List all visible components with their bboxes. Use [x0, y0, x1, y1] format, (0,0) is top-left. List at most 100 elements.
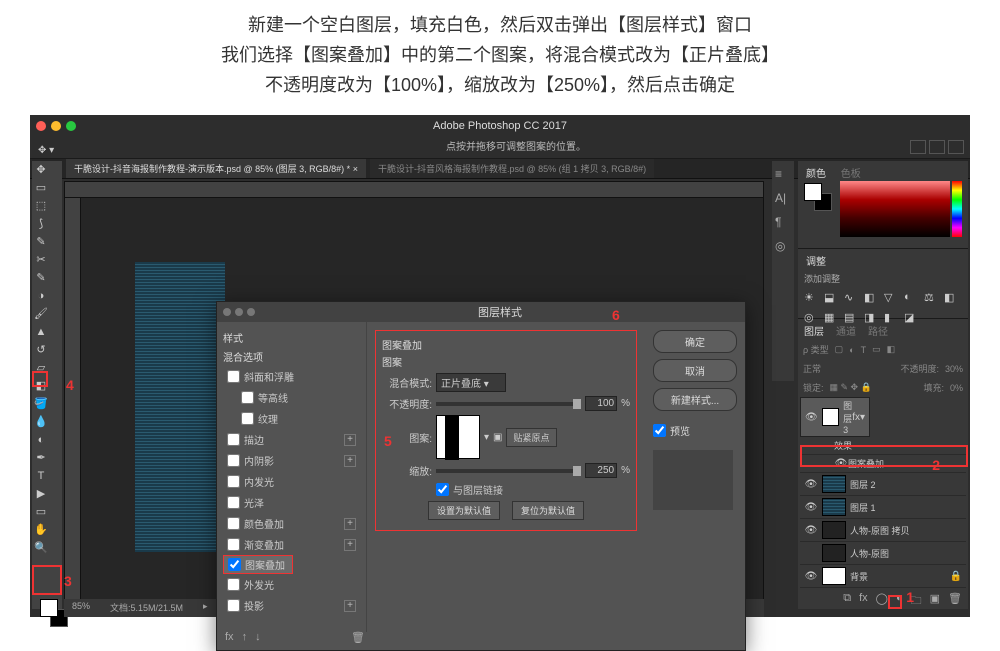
layer-name[interactable]: 图层 1 [850, 501, 962, 514]
lock-icons[interactable]: ▦ ✎ ✥ 🔒 [830, 382, 872, 393]
window-traffic-lights[interactable] [36, 121, 76, 131]
visibility-icon[interactable]: 👁 [834, 458, 848, 469]
style-checkbox[interactable] [228, 558, 241, 571]
eraser-tool-icon[interactable]: ▱ [34, 361, 48, 375]
filter-img-icon[interactable]: ▢ [835, 344, 844, 355]
quickselect-tool-icon[interactable]: ✎ [34, 235, 48, 249]
style-checkbox[interactable] [227, 538, 240, 551]
layer-thumb[interactable] [822, 408, 839, 426]
blend-mode-select[interactable]: 正常 [803, 362, 821, 375]
style-checkbox[interactable] [227, 475, 240, 488]
ok-button[interactable]: 确定 [653, 330, 737, 353]
move-tool-icon[interactable]: ✥ ▾ [38, 140, 54, 162]
style-checkbox[interactable] [227, 496, 240, 509]
plus-icon[interactable]: + [344, 539, 356, 551]
hue-sat-icon[interactable]: ◐ [904, 291, 918, 305]
layer-thumb[interactable] [822, 498, 846, 516]
history-panel-icon[interactable]: ≡ [775, 167, 791, 181]
curves-icon[interactable]: ∿ [844, 291, 858, 305]
threshold-icon[interactable]: ◪ [904, 311, 918, 325]
pattern-dropdown-icon[interactable]: ▾ [484, 432, 489, 443]
scale-slider[interactable] [436, 469, 581, 473]
style-contour[interactable]: 等高线 [223, 387, 360, 408]
style-checkbox[interactable] [241, 391, 254, 404]
layer-thumb[interactable] [822, 567, 846, 585]
style-outer-glow[interactable]: 外发光 [223, 574, 360, 595]
swatches-tab[interactable]: 色板 [835, 163, 867, 182]
color-balance-icon[interactable]: ⚖ [924, 291, 938, 305]
doc-tab[interactable]: 干脆设计-抖音风格海报制作教程.psd @ 85% (组 1 拷贝 3, RGB… [370, 159, 654, 178]
brush-tool-icon[interactable]: 🖌 [34, 307, 48, 321]
close-tab-icon[interactable]: × [353, 164, 358, 174]
filter-type-icon[interactable]: T [861, 345, 867, 355]
reset-default-button[interactable]: 复位为默认值 [512, 501, 584, 520]
style-checkbox[interactable] [241, 412, 254, 425]
style-checkbox[interactable] [227, 599, 240, 612]
visibility-icon[interactable]: 👁 [804, 479, 818, 490]
adjustments-tab[interactable]: 调整 [800, 251, 832, 270]
layers-tab[interactable]: 图层 [800, 321, 828, 340]
filter-adj-icon[interactable]: ◐ [849, 345, 854, 355]
color-picker[interactable] [840, 181, 950, 237]
hue-strip[interactable] [952, 181, 962, 237]
chevron-right-icon[interactable]: ▸ [203, 601, 208, 615]
layer-row[interactable]: 👁 图层 1 [800, 496, 966, 519]
patch-tool-icon[interactable]: ◑ [34, 289, 48, 303]
channels-tab[interactable]: 通道 [832, 321, 860, 340]
layer-row[interactable]: 👁 背景 🔒 [800, 565, 966, 588]
style-drop-shadow[interactable]: 投影+ [223, 595, 360, 616]
snap-origin-button[interactable]: 贴紧原点 [506, 428, 556, 447]
cancel-button[interactable]: 取消 [653, 359, 737, 382]
bw-icon[interactable]: ◧ [944, 291, 958, 305]
layer-kind-filter[interactable]: ρ 类型 [803, 343, 829, 356]
libraries-panel-icon[interactable]: ◎ [775, 239, 791, 253]
fx-badge[interactable]: fx [852, 412, 860, 423]
arrow-up-icon[interactable]: ↑ [242, 631, 248, 644]
fx-menu-icon[interactable]: fx [225, 631, 234, 644]
visibility-icon[interactable]: 👁 [804, 571, 818, 582]
plus-icon[interactable]: + [344, 600, 356, 612]
style-checkbox[interactable] [227, 370, 240, 383]
visibility-icon[interactable]: 👁 [804, 502, 818, 513]
doc-tab-active[interactable]: 干脆设计-抖音海报制作教程-演示版本.psd @ 85% (图层 3, RGB/… [66, 159, 366, 178]
path-select-icon[interactable]: ▶ [34, 487, 48, 501]
layer-row[interactable]: 👁 人物-原图 拷贝 [800, 519, 966, 542]
layer-thumb[interactable] [822, 521, 846, 539]
style-satin[interactable]: 光泽 [223, 492, 360, 513]
hand-tool-icon[interactable]: ✋ [34, 523, 48, 537]
eyedropper-tool-icon[interactable]: ✎ [34, 271, 48, 285]
pen-tool-icon[interactable]: ✒ [34, 451, 48, 465]
style-inner-shadow[interactable]: 内阴影+ [223, 450, 360, 471]
brightness-icon[interactable]: ☀ [804, 291, 818, 305]
layer-name[interactable]: 背景 [850, 570, 950, 583]
dialog-titlebar[interactable]: 图层样式 [217, 302, 745, 322]
opacity-input[interactable]: 100 [585, 396, 617, 411]
chevron-down-icon[interactable]: ▾ [860, 412, 865, 423]
style-texture[interactable]: 纹理 [223, 408, 360, 429]
shape-tool-icon[interactable]: ▭ [34, 505, 48, 519]
plus-icon[interactable]: + [344, 434, 356, 446]
style-checkbox[interactable] [227, 517, 240, 530]
minimize-icon[interactable] [51, 121, 61, 131]
trash-icon[interactable]: 🗑 [351, 631, 365, 644]
fg-color-icon[interactable] [804, 183, 822, 201]
style-checkbox[interactable] [227, 433, 240, 446]
layer-row[interactable]: 人物-原图 [800, 542, 966, 565]
paragraph-panel-icon[interactable]: ¶ [775, 215, 791, 229]
styles-header[interactable]: 样式 [223, 328, 360, 347]
layer-thumb[interactable] [822, 544, 846, 562]
artboard-tool-icon[interactable]: ▭ [34, 181, 48, 195]
color-tab[interactable]: 颜色 [800, 163, 832, 182]
filter-smart-icon[interactable]: ◧ [887, 344, 896, 355]
visibility-icon[interactable]: 👁 [804, 525, 818, 536]
layer-effect-row[interactable]: 效果 [800, 437, 966, 455]
history-brush-icon[interactable]: ↺ [34, 343, 48, 357]
layer-row[interactable]: 👁 图层 2 [800, 473, 966, 496]
link-with-layer-checkbox[interactable] [436, 483, 449, 496]
layer-name[interactable]: 人物-原图 拷贝 [850, 524, 962, 537]
style-checkbox[interactable] [227, 454, 240, 467]
new-style-button[interactable]: 新建样式... [653, 388, 737, 411]
vibrance-icon[interactable]: ▽ [884, 291, 898, 305]
arrow-down-icon[interactable]: ↓ [255, 631, 261, 644]
dodge-tool-icon[interactable]: ◐ [34, 433, 48, 447]
